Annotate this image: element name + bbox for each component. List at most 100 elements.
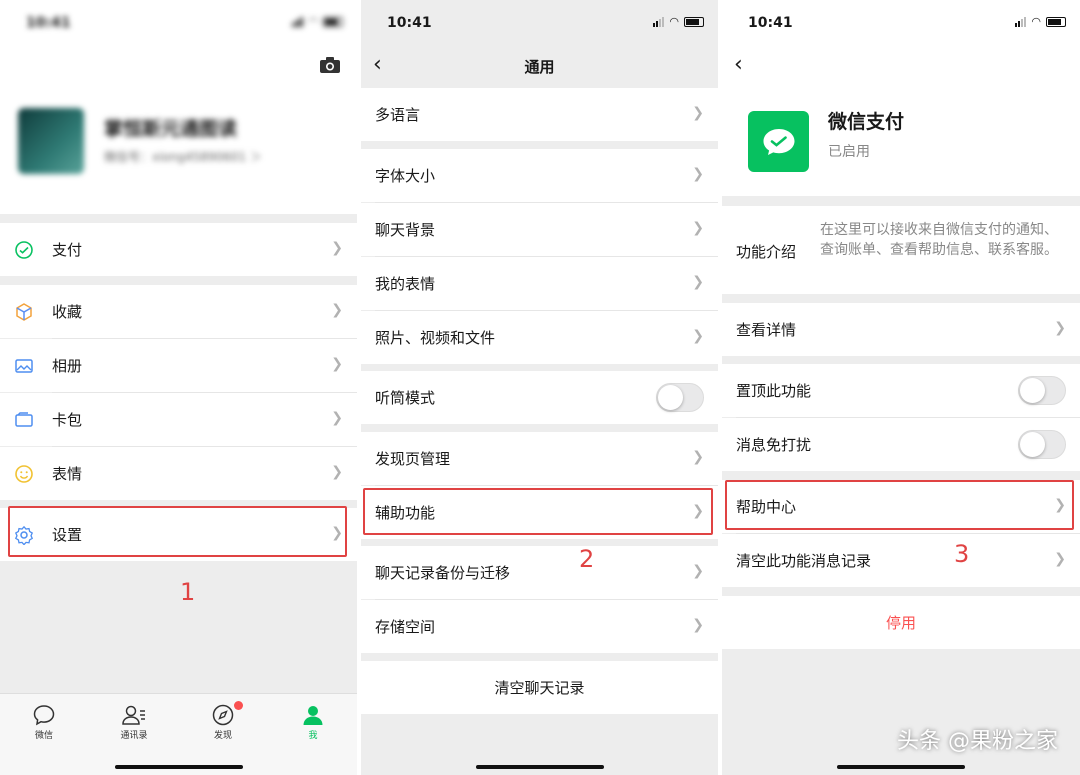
chevron-right-icon: ❯ <box>331 240 343 256</box>
tab-contacts[interactable]: 通讯录 <box>104 702 164 741</box>
disable-label: 停用 <box>885 614 916 632</box>
chevron-right-icon: ❯ <box>1054 551 1066 567</box>
chevron-right-icon: ❯ <box>692 105 704 121</box>
chevron-right-icon: ❯ <box>331 464 343 480</box>
setting-label: 字体大小 <box>375 167 436 185</box>
cube-icon <box>14 302 34 322</box>
nav-bar: ‹ <box>722 46 1080 86</box>
nav-bar: ‹ 通用 <box>361 46 718 86</box>
menu-pay[interactable]: 支付 ❯ <box>0 223 357 276</box>
wifi-icon: ◠ <box>1031 15 1041 28</box>
profile-name: 掌恒斯元通图读 <box>104 118 238 140</box>
wallet-icon <box>14 240 34 260</box>
setting-label: 听筒模式 <box>375 389 436 407</box>
tab-me[interactable]: 我 <box>283 702 343 741</box>
menu-stickers-label: 表情 <box>52 465 83 483</box>
step-number: 3 <box>954 540 970 568</box>
clear-chat-history-label: 清空聊天记录 <box>494 679 585 697</box>
intro-label: 功能介绍 <box>736 243 797 261</box>
tab-contacts-label: 通讯录 <box>120 731 148 741</box>
battery-icon <box>1046 17 1066 27</box>
chevron-right-icon: ❯ <box>331 356 343 372</box>
setting-language[interactable]: 多语言 ❯ <box>361 88 718 141</box>
status-time: 10:41 <box>26 15 71 31</box>
highlight-accessibility <box>363 488 713 535</box>
camera-icon[interactable] <box>319 56 341 78</box>
chevron-right-icon: ❯ <box>1054 320 1066 336</box>
clear-records-row[interactable]: 清空此功能消息记录 ❯ <box>722 534 1080 587</box>
photo-icon <box>14 356 34 376</box>
general-settings-screen: 10:41 ◠ ‹ 通用 多语言 ❯ 字体大小 ❯ 聊天背景 ❯ 我的表情 ❯ 照片、视… <box>361 0 718 775</box>
compass-icon <box>193 701 253 728</box>
status-icons: ◠ <box>653 16 704 27</box>
chevron-right-icon: ❯ <box>692 563 704 579</box>
setting-chat-backup[interactable]: 聊天记录备份与迁移 ❯ <box>361 546 718 599</box>
setting-label: 我的表情 <box>375 275 436 293</box>
setting-media-files[interactable]: 照片、视频和文件 ❯ <box>361 311 718 364</box>
back-chevron-icon[interactable]: ‹ <box>734 52 743 78</box>
clear-chat-history-button[interactable]: 清空聊天记录 <box>361 661 718 714</box>
battery-icon <box>323 17 343 27</box>
chevron-right-icon: ❯ <box>331 302 343 318</box>
setting-label: 存储空间 <box>375 618 436 636</box>
highlight-settings <box>8 506 347 557</box>
clear-records-label: 清空此功能消息记录 <box>736 552 872 570</box>
disable-button[interactable]: 停用 <box>722 596 1080 649</box>
chevron-right-icon: ❯ <box>331 410 343 426</box>
tab-chats[interactable]: 微信 <box>14 702 74 741</box>
status-time: 10:41 <box>748 15 793 31</box>
card-icon <box>14 410 34 430</box>
setting-discover-manage[interactable]: 发现页管理 ❯ <box>361 432 718 485</box>
watermark: 头条 @果粉之家 <box>897 729 1058 754</box>
pin-feature-row: 置顶此功能 <box>722 364 1080 417</box>
tab-discover[interactable]: 发现 <box>193 701 253 741</box>
status-icons: ◠ <box>292 15 343 28</box>
mute-notifications-toggle[interactable] <box>1018 430 1066 459</box>
menu-stickers[interactable]: 表情 ❯ <box>0 447 357 500</box>
profile-id[interactable]: 微信号：xiong45890601 ＞ <box>104 148 262 165</box>
menu-cards-label: 卡包 <box>52 411 83 429</box>
chevron-right-icon: ❯ <box>692 220 704 236</box>
setting-font-size[interactable]: 字体大小 ❯ <box>361 149 718 202</box>
avatar[interactable] <box>18 108 84 174</box>
signal-icon <box>653 17 665 27</box>
setting-storage[interactable]: 存储空间 ❯ <box>361 600 718 653</box>
earpiece-mode-toggle[interactable] <box>656 383 704 412</box>
wechat-pay-logo <box>748 111 809 172</box>
menu-favorites-label: 收藏 <box>52 303 83 321</box>
status-icons: ◠ <box>1015 15 1066 28</box>
tab-me-label: 我 <box>308 731 318 741</box>
home-indicator <box>837 765 965 769</box>
step-number: 1 <box>180 578 196 606</box>
chevron-right-icon: ❯ <box>692 274 704 290</box>
menu-pay-label: 支付 <box>52 241 83 259</box>
wechat-pay-screen: 10:41 ◠ ‹ 微信支付 已启用 功能介绍 在这里可以接收来自微信支付的通知… <box>722 0 1080 775</box>
menu-favorites[interactable]: 收藏 ❯ <box>0 285 357 338</box>
tab-discover-label: 发现 <box>213 731 232 741</box>
page-title: 通用 <box>524 58 555 76</box>
setting-label: 发现页管理 <box>375 450 451 468</box>
tab-chats-label: 微信 <box>34 731 53 741</box>
setting-label: 聊天记录备份与迁移 <box>375 564 511 582</box>
app-name: 微信支付 <box>828 111 905 133</box>
pin-feature-toggle[interactable] <box>1018 376 1066 405</box>
mute-notifications-label: 消息免打扰 <box>736 436 812 454</box>
view-details-row[interactable]: 查看详情 ❯ <box>722 303 1080 356</box>
wifi-icon: ◠ <box>308 15 318 28</box>
setting-label: 多语言 <box>375 106 421 124</box>
setting-my-stickers[interactable]: 我的表情 ❯ <box>361 257 718 310</box>
chat-icon <box>14 702 74 728</box>
app-status: 已启用 <box>828 144 870 160</box>
chevron-right-icon: ❯ <box>692 166 704 182</box>
notification-dot <box>234 701 243 710</box>
setting-chat-background[interactable]: 聊天背景 ❯ <box>361 203 718 256</box>
menu-album[interactable]: 相册 ❯ <box>0 339 357 392</box>
me-screen: 10:41 ◠ 掌恒斯元通图读 微信号：xiong45890601 ＞ 支付 ❯… <box>0 0 357 775</box>
chevron-right-icon: ❯ <box>692 328 704 344</box>
status-time: 10:41 <box>387 15 432 31</box>
highlight-help-center <box>725 480 1074 530</box>
status-bar: 10:41 ◠ <box>361 0 718 46</box>
menu-cards[interactable]: 卡包 ❯ <box>0 393 357 446</box>
intro-row: 功能介绍 在这里可以接收来自微信支付的通知、查询账单、查看帮助信息、联系客服。 <box>722 206 1080 294</box>
setting-earpiece-mode: 听筒模式 <box>361 371 718 424</box>
